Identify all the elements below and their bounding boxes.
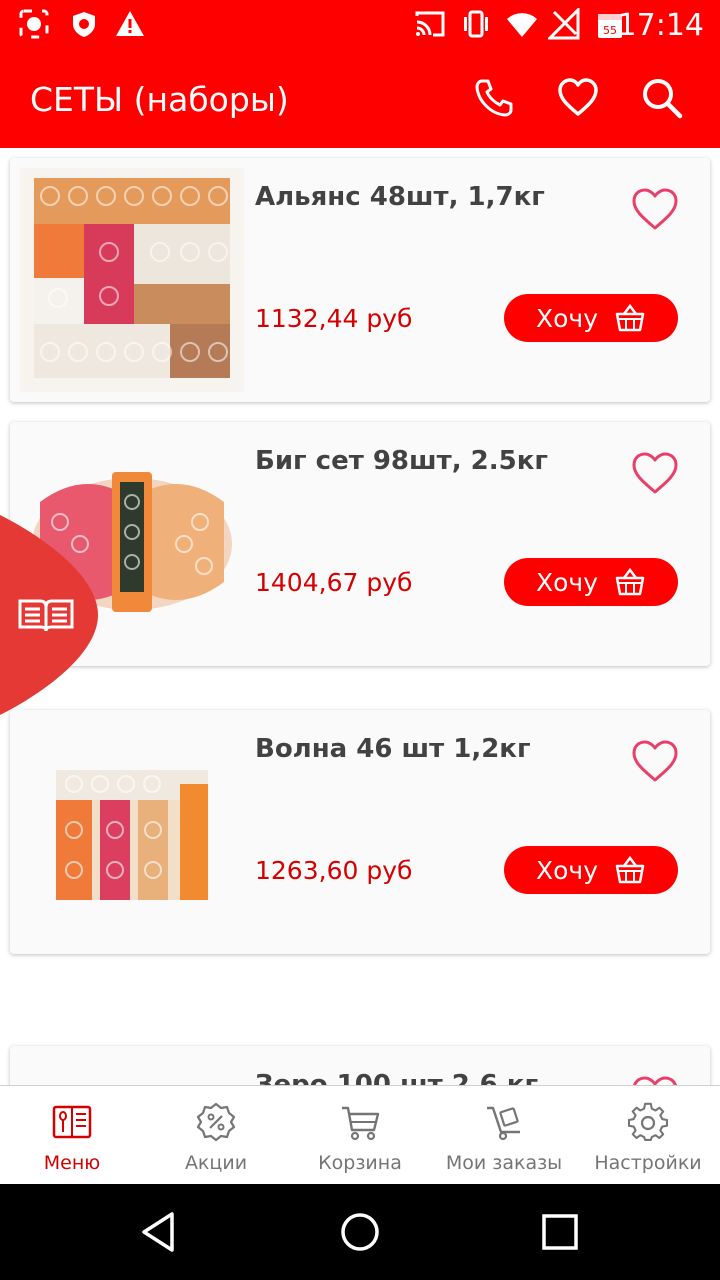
nav-item-label: Мои заказы: [445, 1152, 563, 1174]
cast-icon: [415, 11, 445, 37]
wifi-icon: [507, 13, 537, 37]
cart-icon: [342, 1106, 380, 1141]
want-button[interactable]: Хочу: [504, 558, 678, 606]
menu-book-icon: [52, 1105, 92, 1139]
svg-text:55: 55: [603, 24, 617, 37]
nav-item-my-orders[interactable]: Мои заказы: [432, 1086, 576, 1185]
product-card[interactable]: Волна 46 шт 1,2кг 1263,60 руб Хочу: [10, 710, 710, 954]
search-icon[interactable]: [640, 76, 684, 120]
phone-icon[interactable]: [472, 76, 516, 120]
status-time: 17:14: [617, 8, 704, 43]
system-navigation-bar: [0, 1184, 720, 1280]
product-name[interactable]: Зеро 100 шт 2,6 кг: [255, 1070, 538, 1085]
want-button[interactable]: Хочу: [504, 846, 678, 894]
basket-icon: [615, 567, 645, 596]
product-name[interactable]: Волна 46 шт 1,2кг: [255, 734, 531, 764]
basket-icon: [615, 303, 645, 332]
heart-icon[interactable]: [630, 186, 680, 232]
want-button-label: Хочу: [536, 303, 598, 333]
vibrate-icon: [464, 10, 488, 38]
nav-item-settings[interactable]: Настройки: [576, 1086, 720, 1185]
delivery-icon: [487, 1106, 520, 1141]
want-button-label: Хочу: [536, 855, 598, 885]
warning-icon: [116, 11, 144, 36]
signal-icon: [548, 8, 580, 40]
nav-item-label: Меню: [43, 1152, 101, 1174]
heart-icon[interactable]: [630, 738, 680, 784]
product-image: [20, 168, 244, 392]
nav-item-promotions[interactable]: Акции: [144, 1086, 288, 1185]
product-image: [20, 720, 244, 944]
nav-item-cart[interactable]: Корзина: [288, 1086, 432, 1185]
menu-drawer-tab[interactable]: [0, 515, 100, 715]
want-button[interactable]: Хочу: [504, 294, 678, 342]
nav-item-label: Настройки: [594, 1152, 702, 1174]
product-price: 1263,60 руб: [255, 856, 413, 885]
nav-item-menu[interactable]: Меню: [0, 1086, 144, 1185]
heart-icon[interactable]: [630, 450, 680, 496]
basket-icon: [615, 855, 645, 884]
back-icon[interactable]: [138, 1210, 182, 1254]
product-card[interactable]: Зеро 100 шт 2,6 кг: [10, 1046, 710, 1085]
screenshot-icon: [19, 9, 49, 39]
page-title: СЕТЫ (наборы): [30, 80, 289, 119]
discount-icon: [196, 1102, 236, 1142]
product-name[interactable]: Биг сет 98шт, 2.5кг: [255, 446, 548, 476]
product-list[interactable]: Альянс 48шт, 1,7кг 1132,44 руб Хочу Биг …: [0, 148, 720, 1085]
product-card[interactable]: Биг сет 98шт, 2.5кг 1404,67 руб Хочу: [10, 422, 710, 666]
status-bar: 55 17:14: [0, 0, 720, 48]
product-card[interactable]: Альянс 48шт, 1,7кг 1132,44 руб Хочу: [10, 158, 710, 402]
product-price: 1132,44 руб: [255, 304, 413, 333]
app-bar: СЕТЫ (наборы): [0, 48, 720, 148]
home-icon[interactable]: [338, 1210, 382, 1254]
want-button-label: Хочу: [536, 567, 598, 597]
bottom-navigation: Меню Акции Корзина Мои заказы Настройки: [0, 1085, 720, 1184]
product-price: 1404,67 руб: [255, 568, 413, 597]
heart-icon[interactable]: [630, 1074, 680, 1085]
recents-icon[interactable]: [538, 1210, 582, 1254]
favorites-heart-icon[interactable]: [556, 76, 600, 120]
nav-item-label: Корзина: [318, 1152, 402, 1174]
gear-icon: [628, 1102, 668, 1141]
product-name[interactable]: Альянс 48шт, 1,7кг: [255, 182, 545, 212]
nav-item-label: Акции: [184, 1152, 248, 1174]
shield-icon: [73, 12, 95, 37]
